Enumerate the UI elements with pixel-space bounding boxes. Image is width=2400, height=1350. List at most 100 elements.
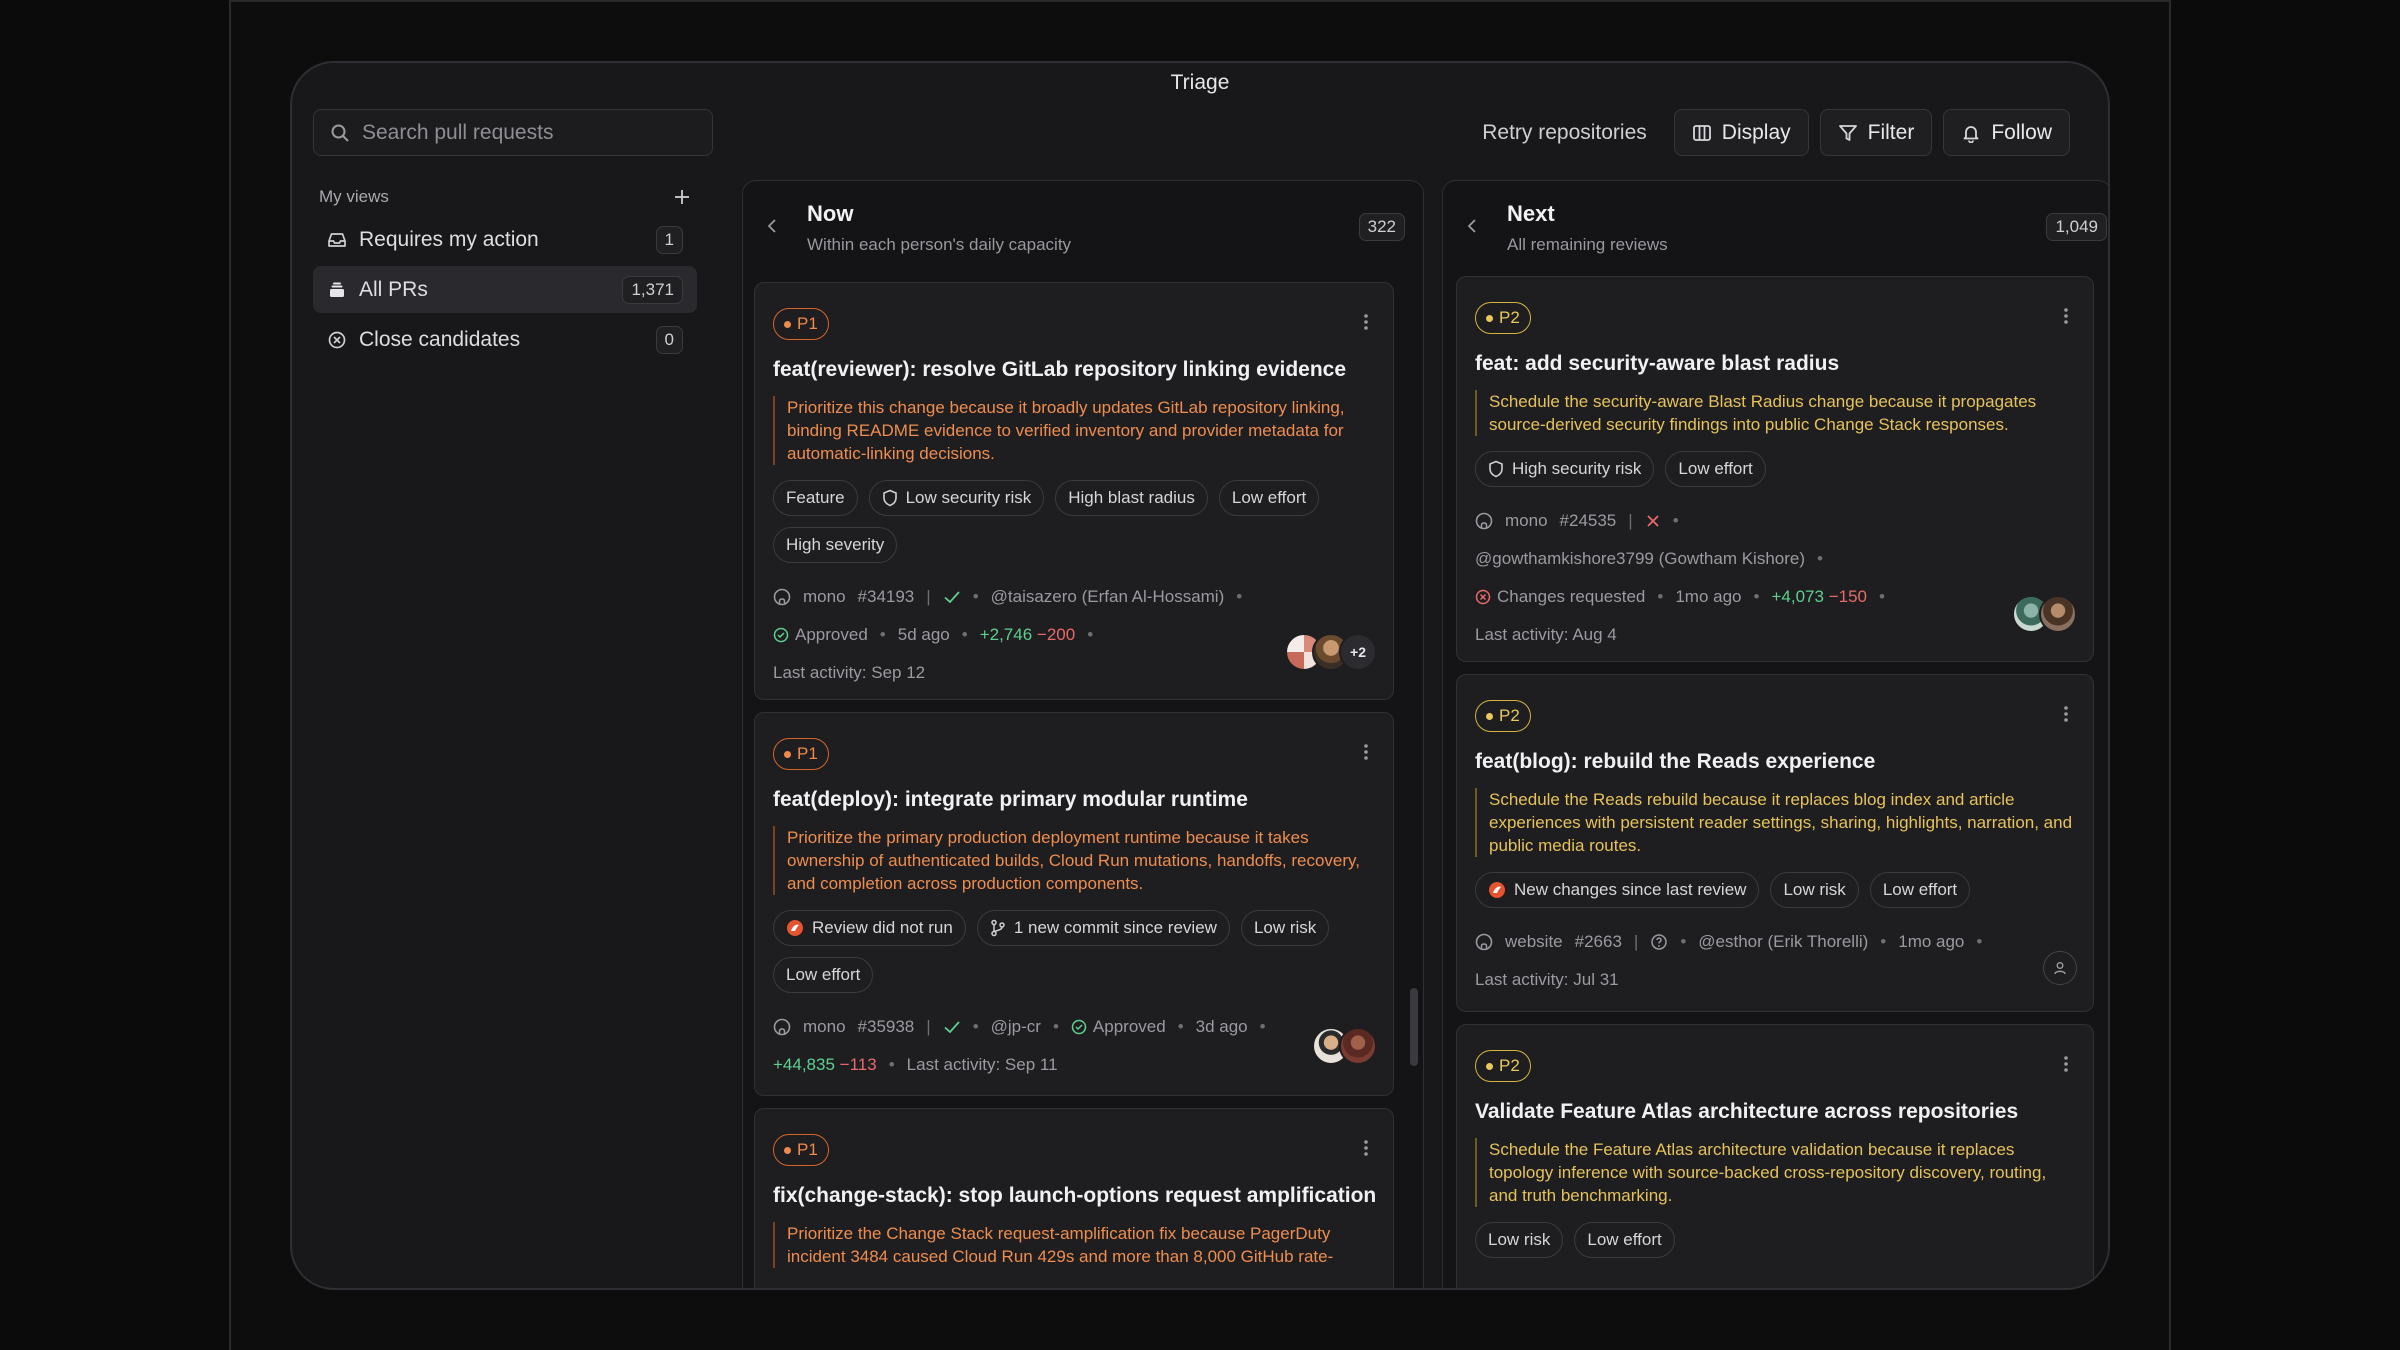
tag[interactable]: High severity	[773, 527, 898, 563]
pr-author[interactable]: @taisazero (Erfan Al-Hossami)	[991, 578, 1225, 616]
column-subtitle: Within each person's daily capacity	[807, 235, 1072, 254]
tag-new-changes[interactable]: New changes since last review	[1475, 872, 1760, 908]
chevron-left-icon[interactable]	[1465, 217, 1479, 235]
pr-author[interactable]: @gowthamkishore3799 (Gowtham Kishore)	[1475, 540, 1805, 578]
more-options-icon[interactable]	[2063, 307, 2069, 325]
pr-title[interactable]: feat(blog): rebuild the Reads experience	[1475, 750, 2075, 774]
retry-repositories-button[interactable]: Retry repositories	[1466, 109, 1663, 156]
more-options-icon[interactable]	[1363, 313, 1369, 331]
pr-title[interactable]: fix(change-stack): stop launch-options r…	[773, 1184, 1376, 1208]
divider: |	[926, 1017, 931, 1036]
tag[interactable]: Low effort	[1665, 451, 1766, 487]
more-options-icon[interactable]	[2063, 1055, 2069, 1073]
pr-author[interactable]: @esthor (Erik Thorelli)	[1698, 923, 1868, 961]
pr-card[interactable]: P1 fix(change-stack): stop launch-option…	[754, 1108, 1394, 1288]
reviewer-avatars[interactable]	[1312, 1027, 1377, 1065]
column-scrollbar[interactable]	[1410, 988, 1418, 1066]
pr-card[interactable]: P1 feat(reviewer): resolve GitLab reposi…	[754, 282, 1394, 700]
filter-button[interactable]: Filter	[1819, 109, 1933, 156]
pr-title[interactable]: feat: add security-aware blast radius	[1475, 352, 2075, 376]
priority-badge: P1	[773, 738, 829, 770]
more-options-icon[interactable]	[1363, 743, 1369, 761]
chevron-left-icon[interactable]	[765, 217, 779, 235]
follow-button[interactable]: Follow	[1943, 109, 2070, 156]
priority-dot-icon	[1486, 712, 1493, 720]
search-icon	[330, 123, 350, 143]
display-button[interactable]: Display	[1673, 109, 1809, 156]
additions: +4,073	[1771, 587, 1824, 606]
reviewer-avatars[interactable]	[2043, 951, 2077, 985]
tag[interactable]: Feature	[773, 480, 858, 516]
reviewer-avatars[interactable]: +2	[1285, 633, 1377, 671]
pr-author[interactable]: @jp-cr	[991, 1008, 1041, 1046]
last-activity: Last activity: Jul 31	[1475, 970, 1619, 989]
repo-name[interactable]: website	[1505, 923, 1563, 961]
tag[interactable]: Low effort	[1574, 1222, 1675, 1258]
pr-age: 5d ago	[897, 625, 950, 644]
tag-security[interactable]: Low security risk	[868, 480, 1045, 516]
tag[interactable]: Low effort	[1869, 872, 1971, 908]
columns-icon	[1692, 123, 1712, 143]
more-options-icon[interactable]	[1363, 1139, 1369, 1157]
pr-number[interactable]: #2663	[1575, 923, 1622, 961]
tag-list: Low risk Low effort	[1475, 1222, 2075, 1258]
tag-security[interactable]: High security risk	[1475, 451, 1655, 487]
priority-label: P1	[797, 1140, 818, 1159]
pr-title[interactable]: feat(deploy): integrate primary modular …	[773, 788, 1375, 812]
tag[interactable]: High blast radius	[1055, 480, 1208, 516]
shield-icon	[882, 489, 898, 507]
search-input[interactable]	[362, 120, 682, 145]
priority-badge: P1	[773, 308, 829, 340]
my-views-heading: My views	[319, 187, 389, 206]
user-placeholder-icon	[2043, 951, 2077, 985]
tag[interactable]: Low effort	[1218, 480, 1320, 516]
pr-age: 3d ago	[1195, 1017, 1248, 1036]
changes-requested-status: Changes requested	[1475, 578, 1645, 616]
priority-dot-icon	[784, 320, 791, 328]
circle-x-icon	[327, 330, 347, 350]
column-header: Now Within each person's daily capacity …	[743, 181, 1423, 269]
display-label: Display	[1721, 120, 1791, 144]
tag[interactable]: Low effort	[773, 957, 874, 993]
my-views-header: My views	[313, 181, 697, 213]
pr-title[interactable]: Validate Feature Atlas architecture acro…	[1475, 1100, 2075, 1124]
sidebar-item-close-candidates[interactable]: Close candidates 0	[313, 316, 697, 363]
more-options-icon[interactable]	[2063, 705, 2069, 723]
search-box[interactable]	[313, 109, 713, 156]
additions: +2,746	[979, 625, 1033, 644]
pr-card[interactable]: P2 Validate Feature Atlas architecture a…	[1456, 1024, 2094, 1288]
tag[interactable]: Low risk	[1770, 872, 1859, 908]
tag-new-commit[interactable]: 1 new commit since review	[976, 910, 1230, 946]
pr-number[interactable]: #34193	[858, 578, 915, 616]
column-next: Next All remaining reviews 1,049 P2 feat…	[1442, 180, 2108, 1288]
pr-title[interactable]: feat(reviewer): resolve GitLab repositor…	[773, 358, 1375, 382]
github-icon	[1475, 933, 1493, 951]
pr-card[interactable]: P2 feat(blog): rebuild the Reads experie…	[1456, 674, 2094, 1012]
pr-card[interactable]: P2 feat: add security-aware blast radius…	[1456, 276, 2094, 662]
reviewer-avatars[interactable]	[2012, 595, 2077, 633]
additions: +44,835	[773, 1055, 835, 1074]
pr-number[interactable]: #35938	[858, 1008, 915, 1046]
repo-name[interactable]: mono	[803, 578, 846, 616]
tag[interactable]: Low risk	[1240, 910, 1330, 946]
priority-badge: P2	[1475, 700, 1531, 732]
tag-label: Review did not run	[812, 918, 953, 937]
deletions: −113	[839, 1055, 877, 1074]
tag[interactable]: Low risk	[1475, 1222, 1564, 1258]
add-view-icon[interactable]	[673, 188, 691, 206]
inbox-icon	[327, 230, 347, 250]
pr-card[interactable]: P1 feat(deploy): integrate primary modul…	[754, 712, 1394, 1096]
tag-list: Review did not run 1 new commit since re…	[773, 910, 1375, 993]
column-count: 322	[1358, 213, 1405, 241]
pr-meta: mono #24535 | • @gowthamkishore3799 (Gow…	[1475, 502, 2075, 654]
separator-dot: •	[1672, 511, 1679, 530]
repo-name[interactable]: mono	[1505, 502, 1548, 540]
window-title: Triage	[1170, 71, 1230, 94]
bot-icon	[1488, 881, 1506, 899]
pr-number[interactable]: #24535	[1560, 502, 1617, 540]
repo-name[interactable]: mono	[803, 1008, 846, 1046]
tag-review-did-not-run[interactable]: Review did not run	[773, 910, 966, 946]
sidebar-item-requires-my-action[interactable]: Requires my action 1	[313, 216, 697, 263]
sidebar-item-all-prs[interactable]: All PRs 1,371	[313, 266, 697, 313]
pr-reason: Schedule the Feature Atlas architecture …	[1475, 1138, 2075, 1207]
